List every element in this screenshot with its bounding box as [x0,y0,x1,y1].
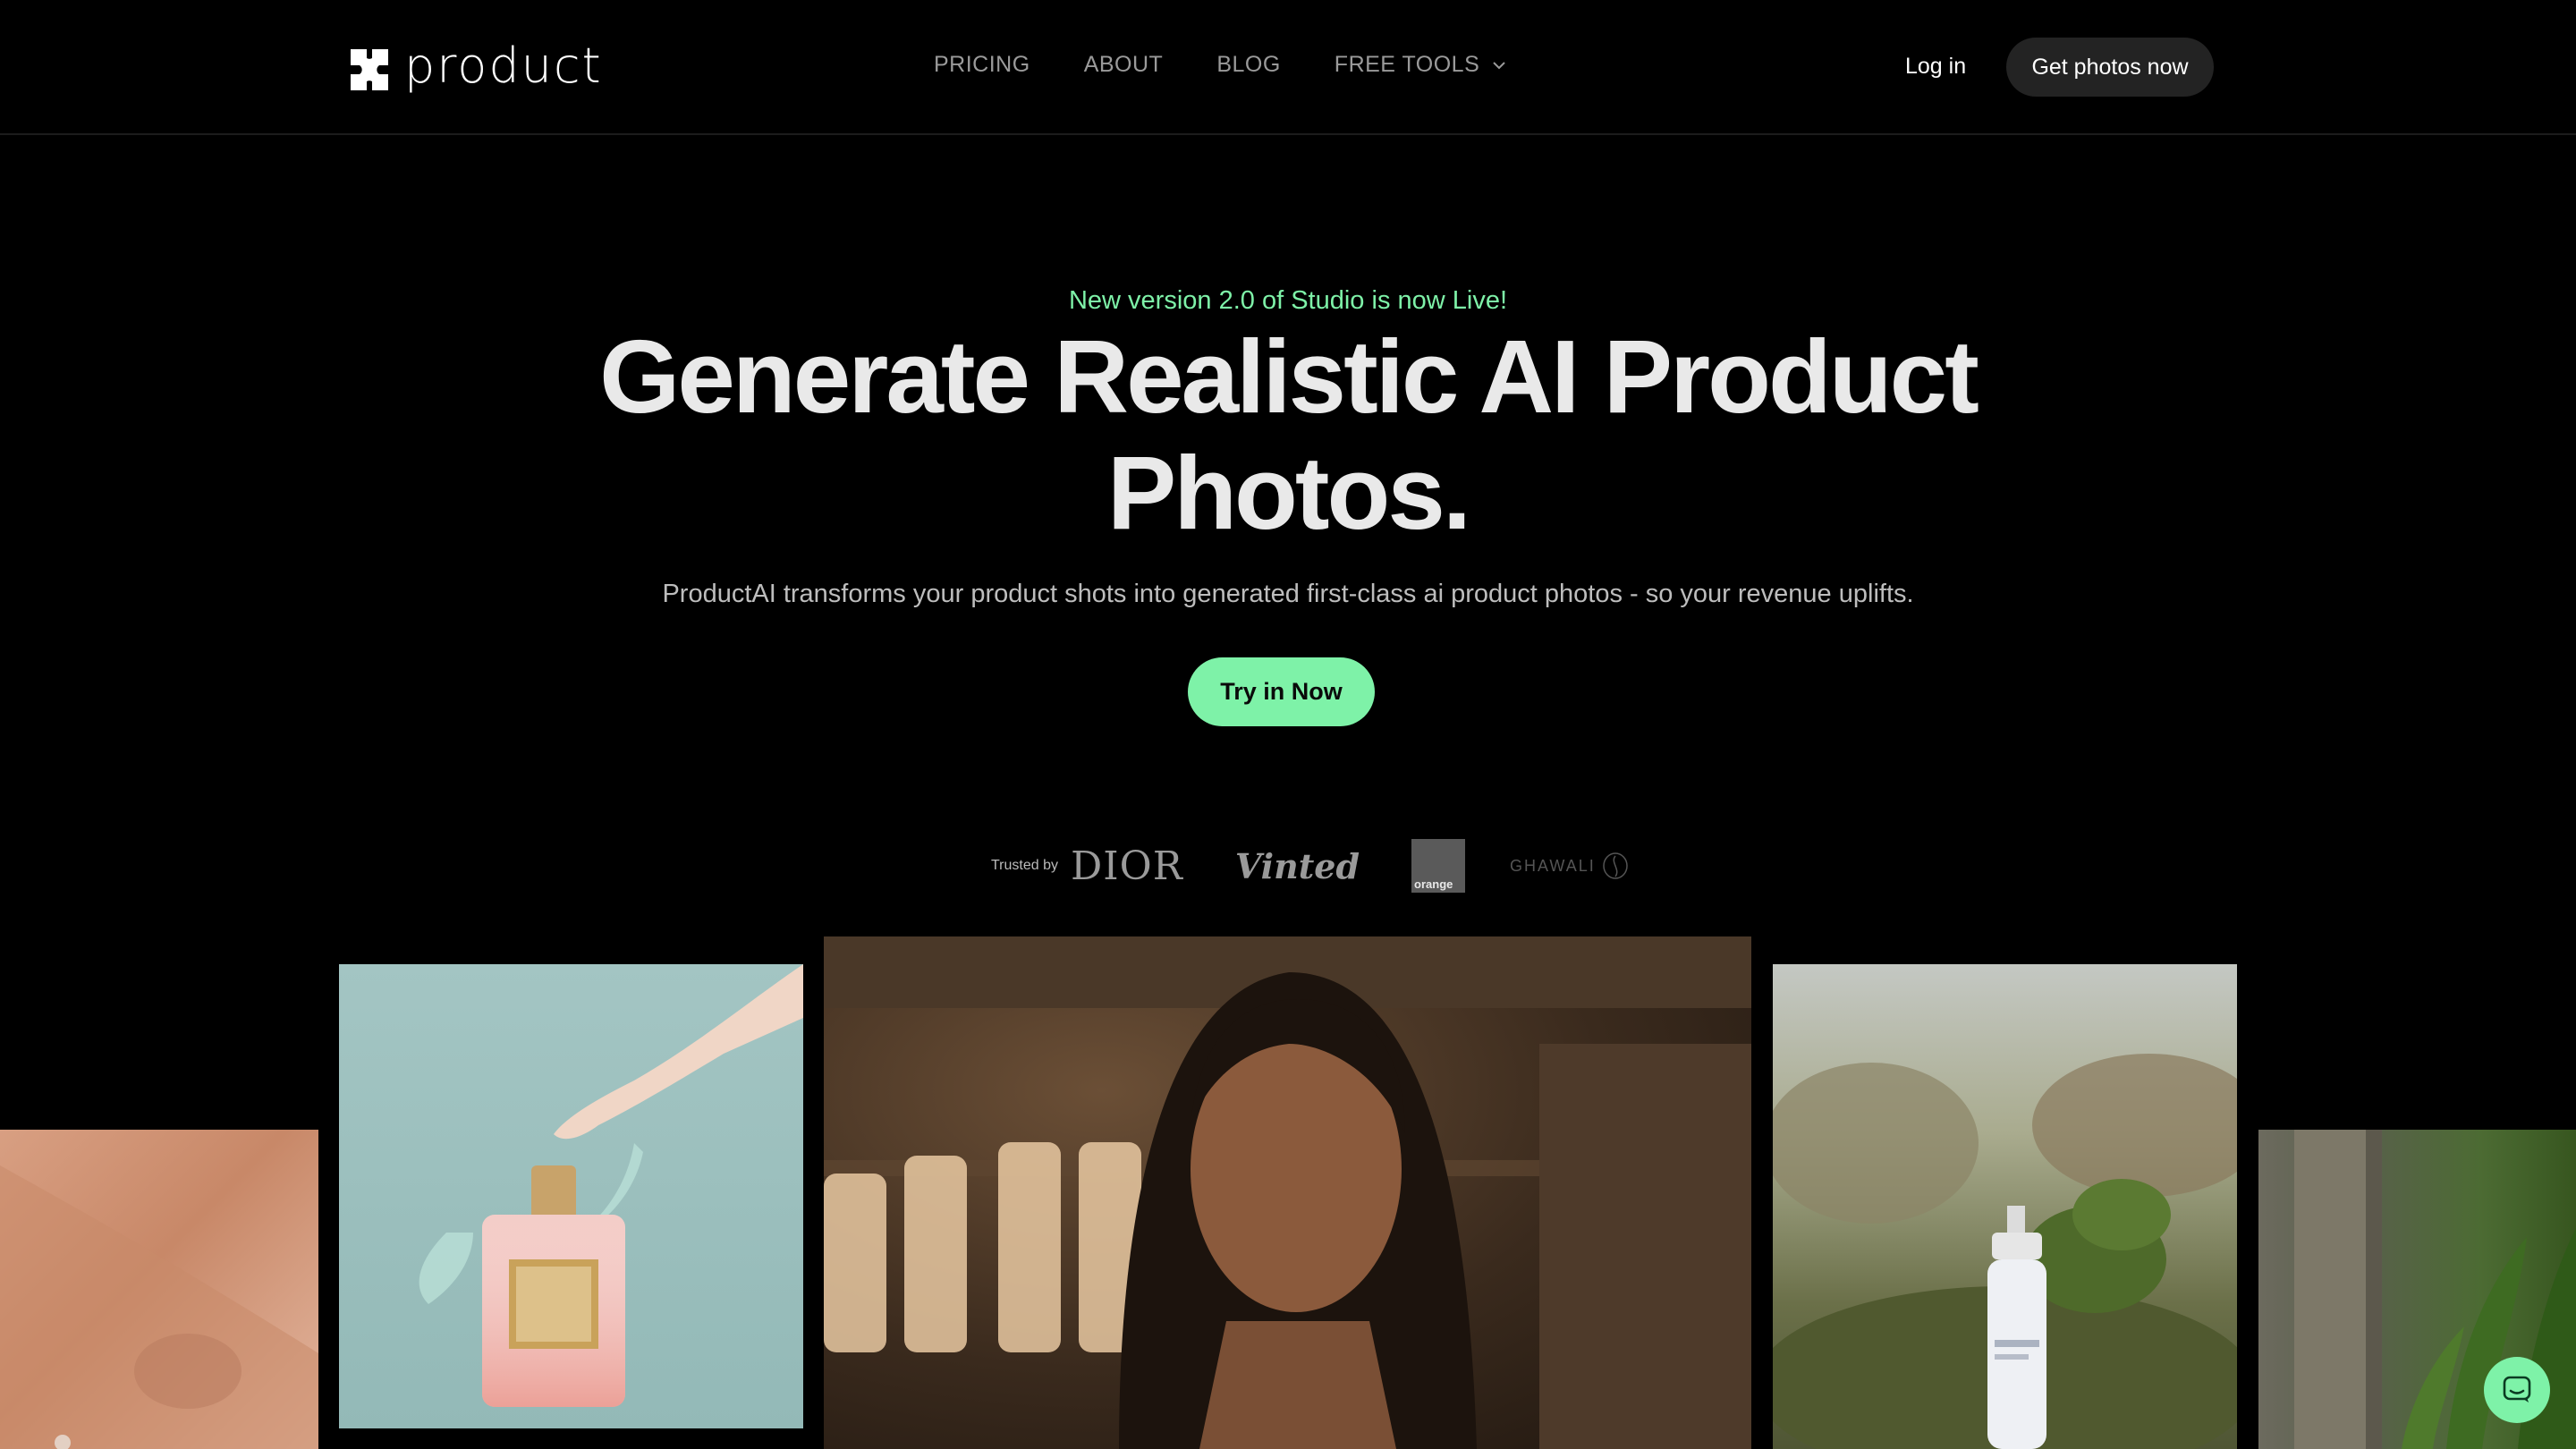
headline-line-1: Generate Realistic AI Product [599,318,1979,435]
portrait-illustration [824,936,1751,1449]
chevron-down-icon [1493,61,1505,69]
logo-mark-icon [351,49,388,90]
chat-launcher-button[interactable] [2484,1357,2550,1423]
chat-bubble-icon [2503,1376,2531,1402]
get-photos-button[interactable]: Get photos now [2006,38,2214,97]
ghawali-logo-text: GHAWALI [1510,856,1596,875]
ghawali-logo: GHAWALI [1510,852,1630,880]
brand-logo[interactable]: product [347,38,603,97]
nav-link-about[interactable]: ABOUT [1084,52,1164,78]
trusted-by-strip: Trusted by DIOR Vinted orange GHAWALI [991,837,1630,894]
main-menu: PRICING ABOUT BLOG FREE TOOLS [934,52,1508,78]
nav-link-pricing[interactable]: PRICING [934,52,1030,78]
serum-bottle-garden-photo [1773,964,2237,1449]
trusted-label: Trusted by [991,858,1058,873]
brand-name: product [404,38,603,94]
ghawali-mark-icon [1602,852,1628,879]
page-title: Generate Realistic AI Product Photos. [572,318,2004,551]
top-navbar: product PRICING ABOUT BLOG FREE TOOLS Lo… [0,0,2576,135]
dior-logo: DIOR [1071,843,1183,889]
login-link[interactable]: Log in [1905,54,1966,80]
headline-line-2: Photos. [1106,435,1471,551]
orange-logo: orange [1411,839,1466,893]
perfume-bottle-photo [339,964,803,1428]
release-badge: New version 2.0 of Studio is now Live! [1068,286,1508,315]
nav-link-free-tools[interactable]: FREE TOOLS [1335,52,1508,78]
orange-logo-text: orange [1414,877,1453,891]
serum-illustration [1773,1054,2237,1449]
free-tools-label: FREE TOOLS [1334,52,1480,77]
hand-ring-illustration [0,1165,318,1449]
hero-subtitle: ProductAI transforms your product shots … [662,580,1914,608]
vinted-logo: Vinted [1234,845,1360,886]
hand-ring-photo [0,1130,318,1449]
try-now-button[interactable]: Try in Now [1188,657,1375,726]
woman-portrait-photo [824,936,1751,1449]
perfume-illustration [419,964,803,1407]
nav-link-blog[interactable]: BLOG [1216,52,1280,78]
